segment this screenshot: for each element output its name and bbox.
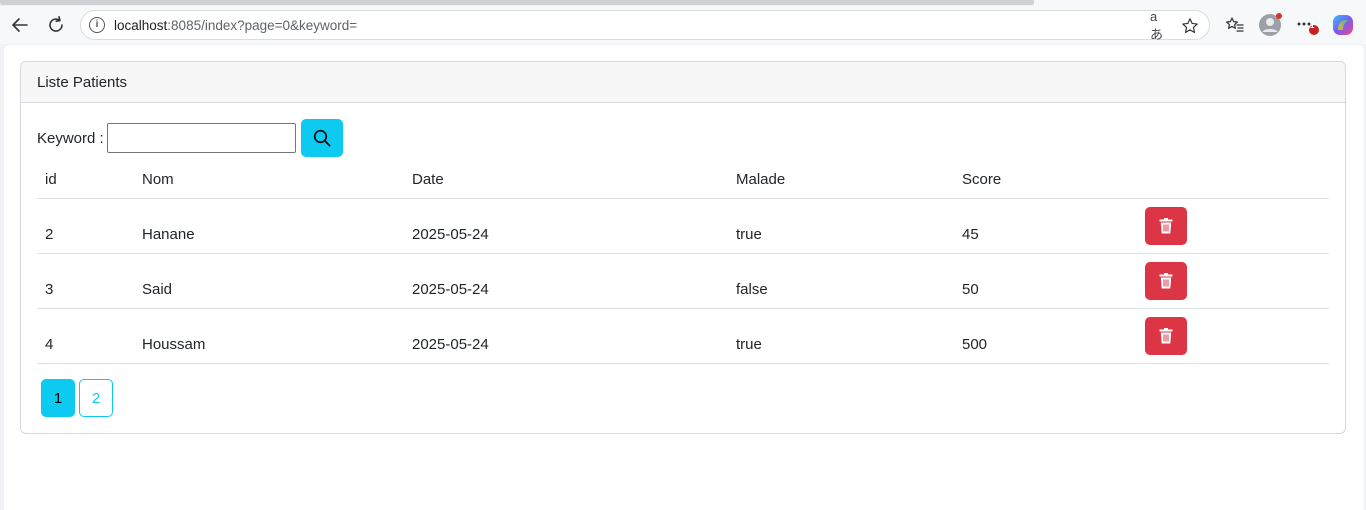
patients-card: Liste Patients Keyword : id Nom Date Mal… — [20, 61, 1346, 434]
cell-score: 500 — [962, 335, 988, 353]
page-button-1[interactable]: 1 — [41, 379, 75, 417]
search-icon — [313, 129, 331, 147]
active-tab-strip[interactable] — [0, 0, 1034, 5]
url-path: :8085/index?page=0&keyword= — [167, 17, 358, 33]
keyword-input[interactable] — [106, 123, 296, 153]
cell-date: 2025-05-24 — [412, 225, 489, 243]
delete-button[interactable] — [1145, 261, 1187, 300]
trash-icon — [1159, 272, 1173, 288]
cell-actions — [1137, 308, 1329, 363]
delete-button[interactable] — [1145, 316, 1187, 355]
cell-nom: Said — [142, 280, 173, 298]
url-text[interactable]: localhost:8085/index?page=0&keyword= — [114, 18, 357, 33]
keyword-label: Keyword : — [37, 129, 104, 147]
cell-date: 2025-05-24 — [412, 335, 489, 353]
copilot-icon[interactable] — [1329, 11, 1357, 39]
cell-score: 50 — [962, 280, 979, 298]
column-header-date: Date — [412, 170, 444, 188]
info-icon[interactable]: i — [89, 17, 105, 33]
cell-malade: true — [736, 335, 762, 353]
favorites-icon[interactable] — [1221, 11, 1249, 39]
cell-id: 4 — [45, 335, 54, 353]
column-header-id: id — [45, 170, 57, 188]
cell-nom: Hanane — [142, 225, 195, 243]
table-row: 2 Hanane 2025-05-24 true 45 — [37, 198, 1329, 253]
notification-badge: 1 — [1310, 21, 1315, 30]
cell-date: 2025-05-24 — [412, 280, 489, 298]
cell-score: 45 — [962, 225, 979, 243]
reload-button[interactable] — [41, 10, 71, 40]
cell-actions — [1137, 198, 1329, 253]
search-form: Keyword : — [37, 119, 343, 157]
trash-icon — [1159, 217, 1173, 233]
cell-malade: true — [736, 225, 762, 243]
cell-id: 3 — [45, 280, 54, 298]
cell-malade: false — [736, 280, 768, 298]
address-bar[interactable]: i localhost:8085/index?page=0&keyword= a… — [80, 9, 1210, 42]
reload-icon — [49, 16, 63, 32]
arrow-left-icon — [12, 18, 28, 32]
column-header-score: Score — [962, 170, 1002, 188]
patients-table: id Nom Date Malade Score 2 Hanane 2025-0… — [37, 161, 1329, 364]
star-icon[interactable] — [1181, 17, 1199, 35]
pagination: 1 2 — [41, 379, 113, 417]
card-title: Liste Patients — [37, 73, 128, 91]
column-header-nom: Nom — [142, 170, 174, 188]
card-header: Liste Patients — [21, 62, 1345, 103]
url-host: localhost — [114, 17, 168, 33]
table-header-row: id Nom Date Malade Score — [37, 161, 1329, 198]
search-button[interactable] — [300, 119, 343, 157]
delete-button[interactable] — [1145, 206, 1187, 245]
cell-id: 2 — [45, 225, 54, 243]
browser-toolbar: i localhost:8085/index?page=0&keyword= a… — [0, 6, 1366, 44]
table-row: 3 Said 2025-05-24 false 50 — [37, 253, 1329, 308]
cell-nom: Houssam — [142, 335, 206, 353]
page-viewport: Liste Patients Keyword : id Nom Date Mal… — [4, 45, 1364, 510]
page-button-2[interactable]: 2 — [79, 379, 113, 417]
column-header-malade: Malade — [736, 170, 786, 188]
back-button[interactable] — [5, 10, 35, 40]
trash-icon — [1159, 327, 1173, 343]
more-icon[interactable]: 1 — [1292, 11, 1320, 39]
column-header-actions — [1137, 161, 1329, 198]
profile-icon[interactable] — [1256, 11, 1284, 39]
translate-icon[interactable]: aあ — [1150, 9, 1168, 42]
table-row: 4 Houssam 2025-05-24 true 500 — [37, 308, 1329, 363]
cell-actions — [1137, 253, 1329, 308]
